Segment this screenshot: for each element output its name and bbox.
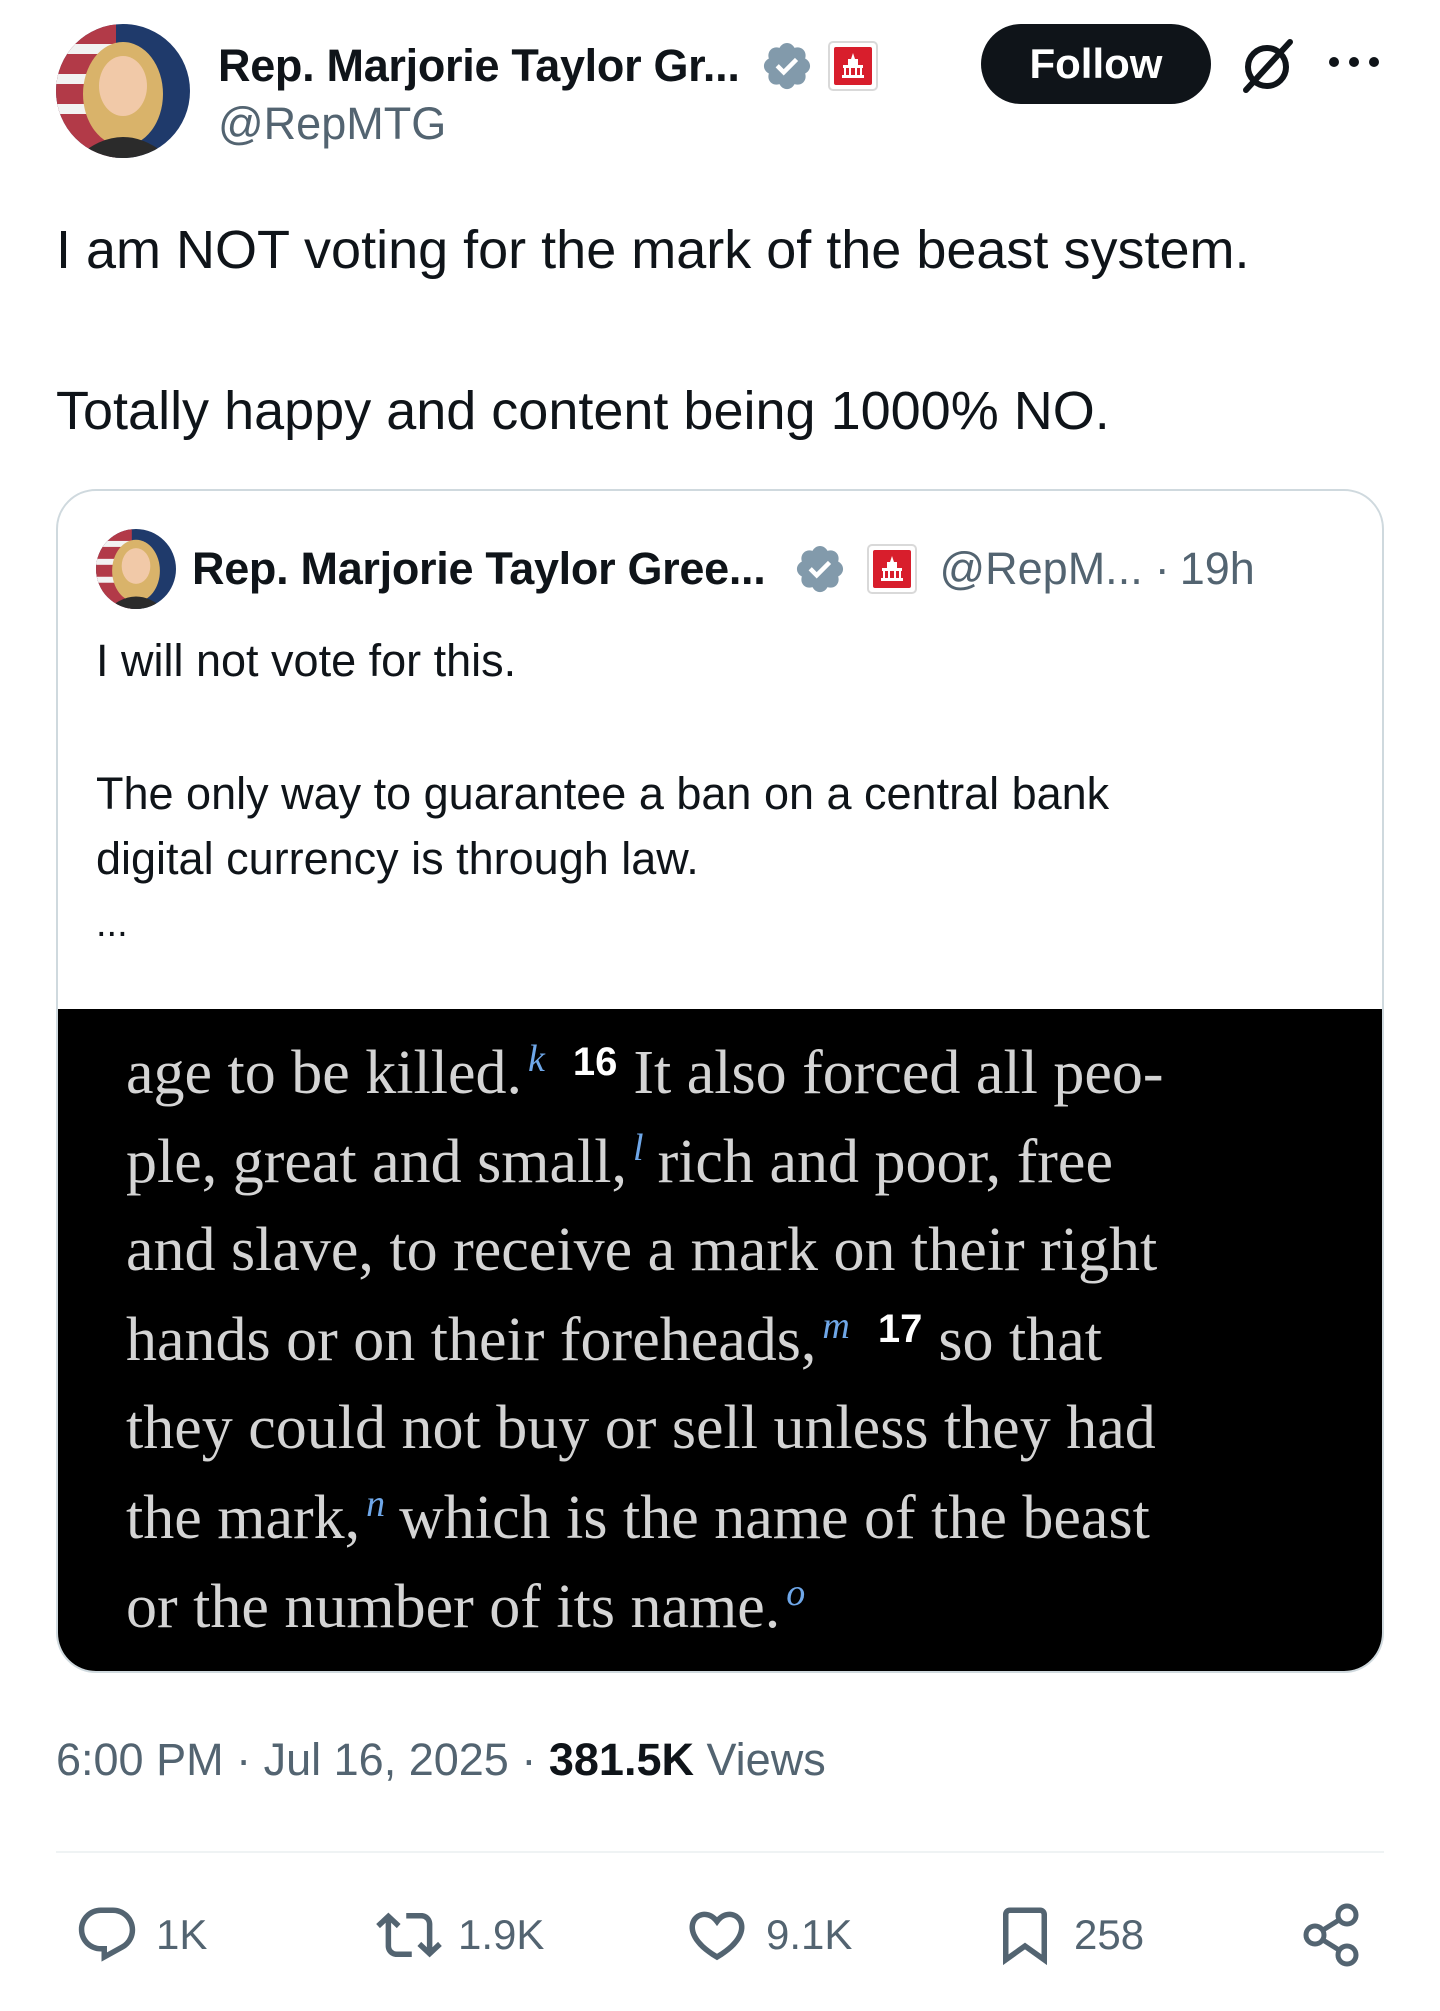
image-text-line: ple, great and small, l rich and poor, fre… (126, 1126, 1113, 1198)
like-button[interactable]: 9.1K (684, 1890, 852, 1980)
repost-icon (376, 1912, 442, 1958)
image-text-line: or the number of its name. o (126, 1571, 805, 1643)
quoted-handle: @RepM... (939, 543, 1143, 594)
more-icon[interactable] (1324, 42, 1384, 82)
bookmark-icon (1003, 1907, 1047, 1966)
image-text-segment: the mark, (126, 1484, 361, 1552)
author-avatar[interactable] (56, 24, 190, 158)
quoted-tweet-header: Rep. Marjorie Taylor Gree... @RepM... · … (96, 529, 1346, 609)
views-count[interactable]: 381.5K (549, 1734, 694, 1785)
image-text-line: the mark, n which is the name of the beast (126, 1482, 1150, 1554)
repost-button[interactable]: 1.9K (376, 1890, 544, 1980)
action-bar: 1K 1.9K 9.1K 258 (56, 1890, 1384, 1980)
quoted-author-avatar[interactable] (96, 529, 176, 609)
author-display-name[interactable]: Rep. Marjorie Taylor Gr... (218, 40, 740, 92)
image-text-line: hands or on their foreheads, m 17 so that (126, 1304, 1102, 1376)
verse-number: 17 (877, 1307, 923, 1351)
follow-button[interactable]: Follow (981, 24, 1211, 104)
image-text-segment: ple, great and small, (126, 1128, 627, 1196)
quoted-separator: · (1154, 543, 1170, 594)
author-name-row: Rep. Marjorie Taylor Gr... (218, 36, 878, 96)
image-text-line: and slave, to receive a mark on their ri… (126, 1216, 1158, 1284)
repost-count: 1.9K (458, 1911, 545, 1958)
bookmark-button[interactable]: 258 (992, 1890, 1144, 1980)
author-handle[interactable]: @RepMTG (218, 98, 446, 150)
reply-icon (78, 1907, 136, 1962)
quoted-text-line-3: digital currency is through law. (96, 833, 699, 884)
government-badge-icon (867, 544, 918, 594)
avatar-image (96, 529, 176, 609)
views-label: Views (706, 1734, 826, 1785)
image-text-line: they could not buy or sell unless they h… (126, 1394, 1156, 1462)
quoted-text-line-2: The only way to guarantee a ban on a cen… (96, 768, 1110, 819)
share-icon (1303, 1903, 1359, 1967)
tweet-date[interactable]: Jul 16, 2025 (264, 1734, 509, 1785)
quoted-media-image[interactable]: age to be killed. k 16 It also forced all p… (58, 1009, 1382, 1671)
image-text-segment: age to be killed. (126, 1039, 522, 1107)
meta-separator: · (521, 1734, 537, 1785)
quoted-name-row: Rep. Marjorie Taylor Gree... @RepM... · … (192, 541, 1255, 597)
image-text-segment: so that (938, 1306, 1102, 1374)
verified-badge-icon[interactable] (760, 39, 814, 93)
image-text-segment: rich and poor, free (657, 1128, 1113, 1196)
share-button[interactable] (1300, 1890, 1366, 1980)
reply-button[interactable]: 1K (74, 1890, 207, 1980)
tweet-time[interactable]: 6:00 PM (56, 1734, 224, 1785)
divider (56, 1851, 1384, 1853)
image-text-segment: which is the name of the beast (399, 1484, 1150, 1552)
like-count: 9.1K (766, 1911, 853, 1958)
footnote-reference: m (822, 1305, 850, 1347)
quoted-text-line-1: I will not vote for this. (96, 635, 517, 686)
image-text-segment: It also forced all peo- (633, 1039, 1164, 1107)
footnote-reference: n (366, 1483, 386, 1525)
bookmark-count: 258 (1074, 1911, 1145, 1958)
tweet-meta: 6:00 PM · Jul 16, 2025 · 381.5K Views (56, 1734, 826, 1786)
quoted-timestamp[interactable]: 19h (1180, 543, 1255, 595)
avatar-image (56, 24, 190, 158)
quoted-tweet-card[interactable]: Rep. Marjorie Taylor Gree... @RepM... · … (56, 489, 1384, 1673)
image-text-line: age to be killed. k 16 It also forced all p… (126, 1037, 1164, 1109)
image-text-segment: hands or on their foreheads, (126, 1306, 817, 1374)
quoted-text-ellipsis: ... (96, 903, 128, 945)
government-badge-icon (827, 41, 878, 91)
like-icon (689, 1911, 745, 1961)
image-text-segment: or the number of its name. (126, 1573, 781, 1641)
verified-badge-icon (797, 545, 844, 593)
tweet-header: Rep. Marjorie Taylor Gr... @RepMTG Follo… (56, 24, 1384, 159)
verse-number: 16 (572, 1040, 618, 1084)
tweet-text-line-2: Totally happy and content being 1000% NO… (56, 381, 1110, 441)
footnote-reference: k (527, 1038, 545, 1080)
quoted-display-name[interactable]: Rep. Marjorie Taylor Gree... (192, 543, 766, 595)
meta-separator: · (236, 1734, 252, 1785)
reply-count: 1K (156, 1911, 208, 1958)
grok-icon[interactable] (1236, 34, 1300, 98)
tweet-text-line-1: I am NOT voting for the mark of the beas… (56, 220, 1250, 280)
footnote-reference: o (786, 1572, 806, 1614)
footnote-reference: l (633, 1127, 644, 1169)
